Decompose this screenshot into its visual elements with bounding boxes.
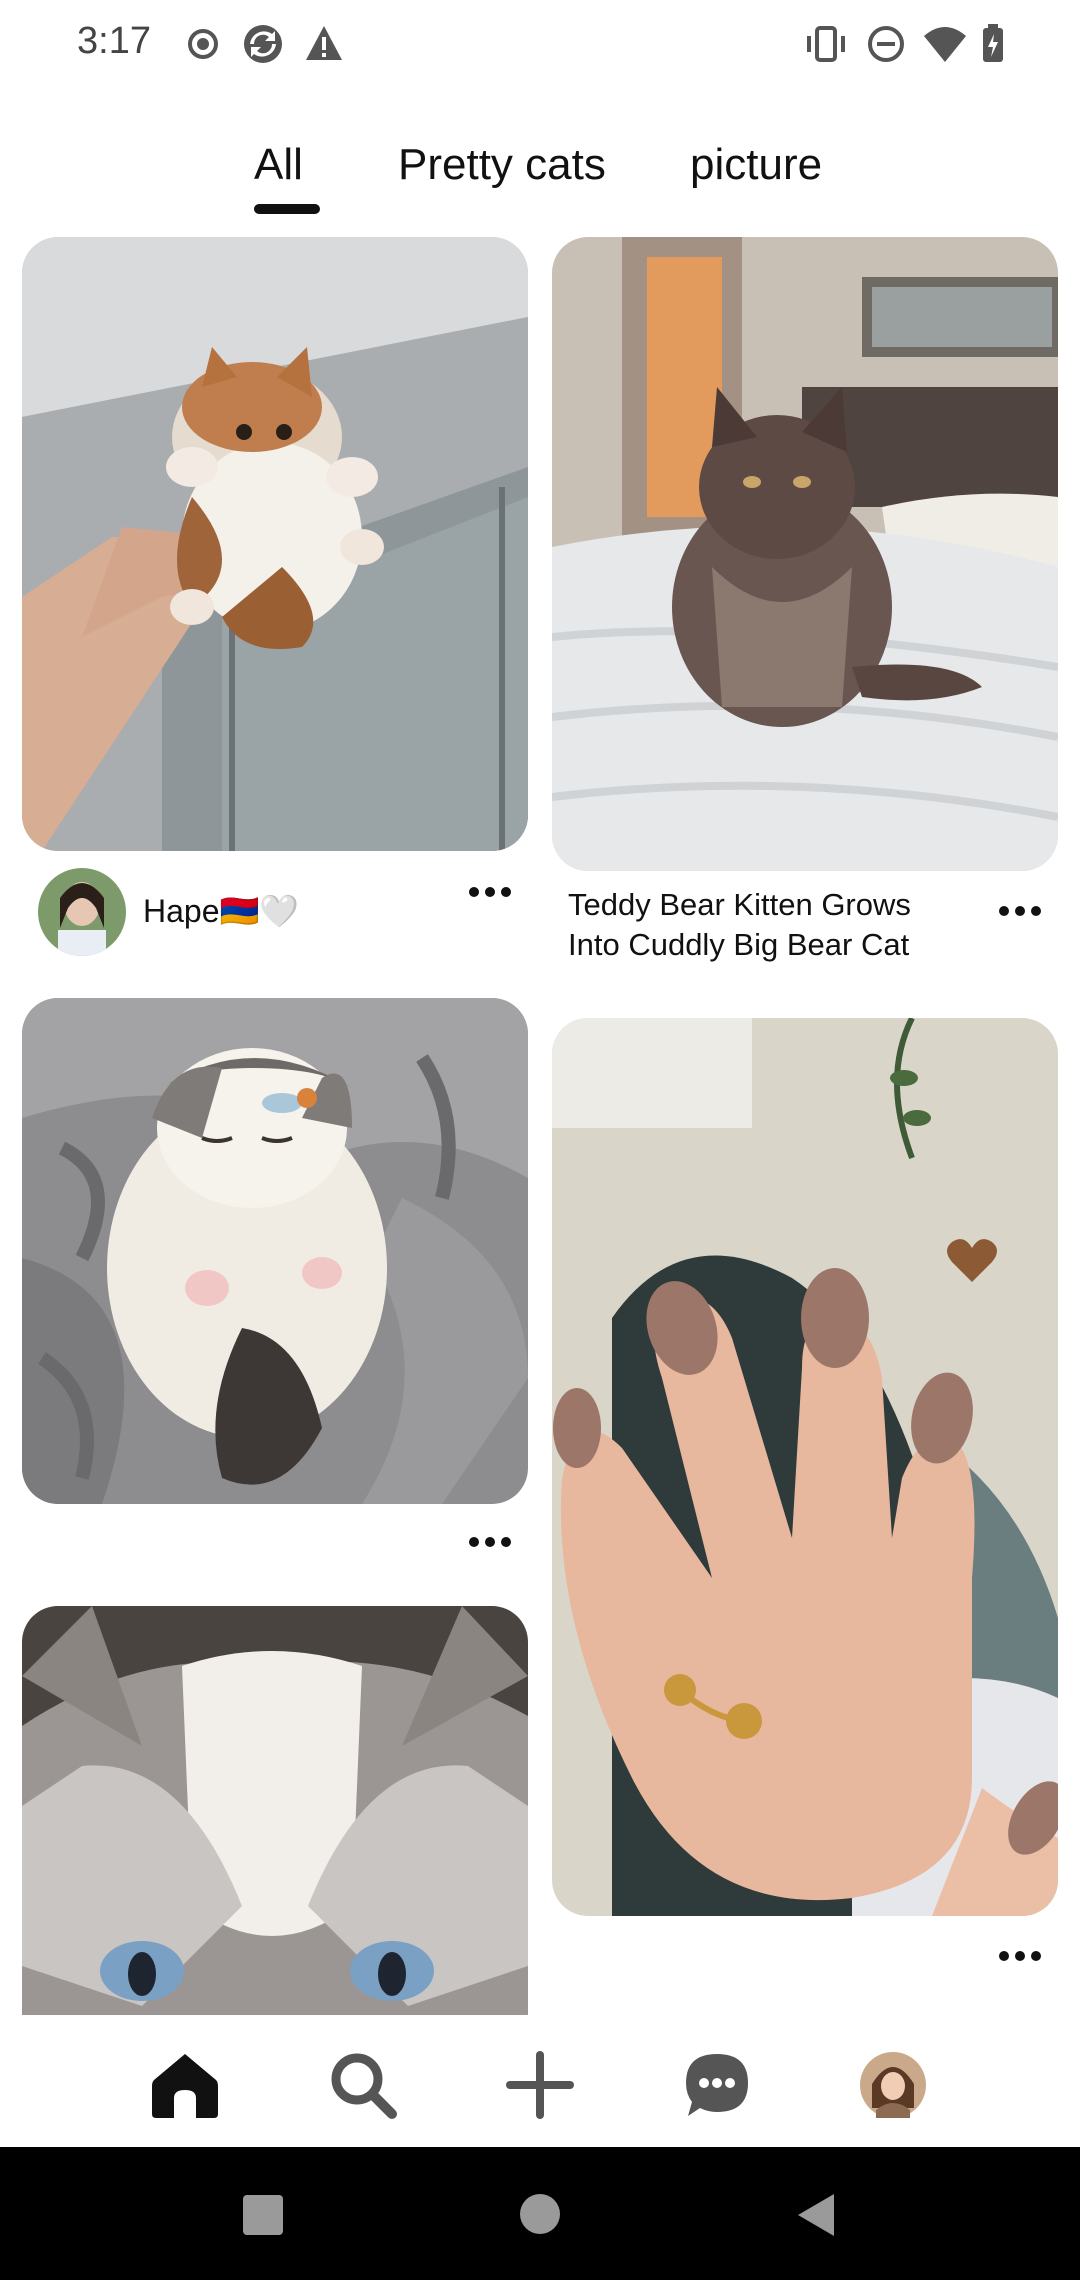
nav-search[interactable] [323, 2045, 403, 2125]
system-navigation-bar [0, 2147, 1080, 2280]
author-avatar[interactable] [38, 868, 126, 956]
search-icon [331, 2053, 397, 2119]
tab-all[interactable]: All [254, 140, 303, 190]
bottom-nav [0, 2015, 1080, 2147]
pin-options-button[interactable] [460, 1527, 520, 1557]
warning-icon [306, 26, 342, 60]
sync-icon [244, 25, 282, 63]
create-icon [506, 2051, 574, 2119]
home-icon [152, 2054, 218, 2118]
status-time: 3:17 [77, 20, 151, 62]
tab-pretty-cats[interactable]: Pretty cats [398, 140, 606, 190]
pin-image-ragdoll-cat[interactable] [22, 1606, 528, 2015]
record-icon [188, 29, 218, 59]
back-button[interactable] [794, 2192, 838, 2238]
pin-image-sleeping-kitten[interactable] [22, 998, 528, 1504]
home-button[interactable] [518, 2192, 562, 2236]
pin-title-line-1: Teddy Bear Kitten Grows [568, 887, 911, 922]
tab-picture[interactable]: picture [690, 140, 822, 190]
vibrate-icon [807, 26, 845, 62]
board-tabs: All Pretty cats picture [0, 140, 1080, 220]
pin-options-button[interactable] [460, 877, 520, 907]
pin-image-manicure-hand[interactable] [552, 1018, 1058, 1916]
pin-title-line-2: Into Cuddly Big Bear Cat [568, 927, 910, 962]
battery-icon [983, 24, 1003, 62]
pin-feed[interactable]: Hape🇦🇲🤍 Teddy Bear Kitten Grows Into Cud… [0, 230, 1080, 2015]
selected-tab-indicator [254, 204, 320, 214]
pin-options-button[interactable] [990, 896, 1050, 926]
pin-options-button[interactable] [990, 1941, 1050, 1971]
nav-home[interactable] [145, 2045, 225, 2125]
pin-title[interactable]: Teddy Bear Kitten Grows Into Cuddly Big … [568, 885, 968, 965]
wifi-icon [924, 27, 966, 62]
profile-avatar [860, 2052, 926, 2118]
recents-button[interactable] [240, 2192, 286, 2238]
nav-profile[interactable] [853, 2045, 933, 2125]
pin-image-teddy-bear-kitten[interactable] [552, 237, 1058, 871]
status-bar: 3:17 [0, 0, 1080, 90]
messages-icon [686, 2054, 748, 2116]
pin-image-kitten-held[interactable] [22, 237, 528, 851]
pin-author-name[interactable]: Hape🇦🇲🤍 [143, 892, 299, 930]
do-not-disturb-icon [868, 26, 904, 62]
nav-messages[interactable] [677, 2045, 757, 2125]
nav-create[interactable] [500, 2045, 580, 2125]
